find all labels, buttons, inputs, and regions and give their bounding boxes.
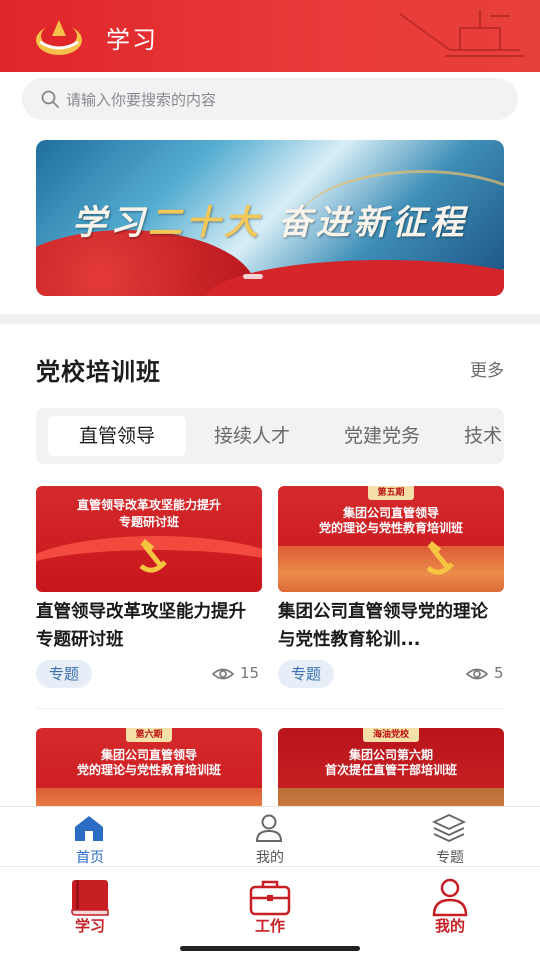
tab-party-building[interactable]: 党建党务 xyxy=(326,416,438,456)
course-title[interactable]: 集团公司直管领导党的理论与党性教育轮训... xyxy=(278,598,504,654)
nav-mine-label: 我的 xyxy=(434,917,465,935)
tab-mine-label: 我的 xyxy=(256,850,284,866)
tab-home[interactable]: 首页 xyxy=(0,807,180,867)
nav-study[interactable]: 学习 xyxy=(0,867,180,947)
company-logo-icon xyxy=(36,20,82,55)
nav-work-label: 工作 xyxy=(254,917,285,935)
views-eye-icon xyxy=(466,668,488,680)
banner-carousel[interactable]: 学习二十大 奋进新征程 xyxy=(36,140,504,296)
banner-text-right: 奋进新征程 xyxy=(277,203,468,243)
card-image-subtitle: 首次提任直管干部培训班 xyxy=(324,763,457,777)
issue-badge: 第五期 xyxy=(368,486,414,500)
nav-work[interactable]: 工作 xyxy=(180,867,360,947)
page-title: 学习 xyxy=(106,26,158,54)
search-icon xyxy=(41,90,59,108)
school-badge: 海油党校 xyxy=(363,728,419,742)
view-count: 5 xyxy=(494,664,504,682)
tab-home-label: 首页 xyxy=(76,850,104,866)
category-tabs: 直管领导 接续人才 党建党务 技术 xyxy=(36,408,504,464)
tab-topics[interactable]: 专题 xyxy=(360,807,540,867)
briefcase-icon xyxy=(249,880,291,916)
tab-topics-label: 专题 xyxy=(436,850,464,866)
view-count: 15 xyxy=(240,664,260,682)
card-image-subtitle: 党的理论与党性教育培训班 xyxy=(318,521,463,535)
card-image-subtitle: 专题研讨班 xyxy=(118,515,179,529)
great-wall-graphic xyxy=(278,546,504,592)
more-link[interactable]: 更多 xyxy=(470,356,504,381)
tab-direct-leaders[interactable]: 直管领导 xyxy=(48,416,186,456)
card-image-subtitle: 党的理论与党性教育培训班 xyxy=(76,763,221,777)
app-header: 学习 xyxy=(0,0,540,72)
banner-slogan: 学习二十大 奋进新征程 xyxy=(36,195,504,244)
topic-tag: 专题 xyxy=(36,660,92,688)
party-emblem-icon xyxy=(139,539,167,573)
views-eye-icon xyxy=(212,668,234,680)
layers-icon xyxy=(432,814,466,842)
nav-mine[interactable]: 我的 xyxy=(360,867,540,947)
banner-text-mid: 二十大 xyxy=(148,203,263,243)
section-divider xyxy=(0,314,540,324)
row-divider xyxy=(36,708,504,709)
party-emblem-icon xyxy=(426,541,454,575)
tab-technology[interactable]: 技术 xyxy=(464,416,504,456)
home-indicator[interactable] xyxy=(180,946,360,951)
banner-text-left: 学习 xyxy=(72,203,149,243)
section-title: 党校培训班 xyxy=(36,358,161,386)
search-input[interactable] xyxy=(64,78,498,122)
topic-tag: 专题 xyxy=(278,660,334,688)
home-icon xyxy=(75,816,103,841)
nav-study-label: 学习 xyxy=(74,917,105,935)
carousel-indicator xyxy=(243,274,263,279)
oil-rig-decoration-icon xyxy=(399,10,525,57)
tab-mine[interactable]: 我的 xyxy=(180,807,360,867)
course-card-image[interactable]: 直管领导改革攻坚能力提升 专题研讨班 xyxy=(36,486,262,592)
user-icon xyxy=(255,814,283,842)
search-bar[interactable] xyxy=(22,78,518,122)
course-card-image[interactable]: 第五期 集团公司直管领导 党的理论与党性教育培训班 xyxy=(278,486,504,592)
issue-badge: 第六期 xyxy=(126,728,172,742)
course-title[interactable]: 直管领导改革攻坚能力提升专题研讨班 xyxy=(36,598,262,654)
card-image-title: 直管领导改革攻坚能力提升 xyxy=(76,498,221,512)
tab-successor-talent[interactable]: 接续人才 xyxy=(196,416,308,456)
book-icon xyxy=(71,880,109,916)
inner-tab-bar: 首页 我的 专题 xyxy=(0,806,540,867)
person-icon xyxy=(432,878,468,917)
